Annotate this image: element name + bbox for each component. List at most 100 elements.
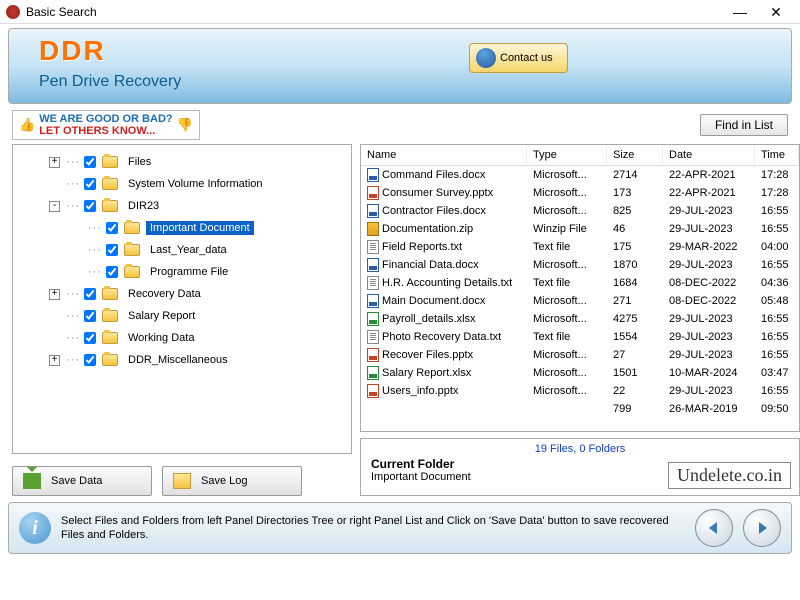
- pptx-file-icon: [367, 186, 379, 200]
- status-panel: 19 Files, 0 Folders Current Folder Impor…: [360, 438, 800, 496]
- tree-node[interactable]: +···Important Document: [17, 217, 347, 239]
- tree-label[interactable]: System Volume Information: [124, 177, 267, 191]
- folder-icon: [102, 200, 118, 212]
- tree-label[interactable]: Programme File: [146, 265, 232, 279]
- tree-checkbox[interactable]: [84, 288, 96, 300]
- file-row[interactable]: Consumer Survey.pptxMicrosoft...17322-AP…: [361, 184, 799, 202]
- app-icon: [6, 5, 20, 19]
- promo-line2: LET OTHERS KNOW...: [39, 125, 155, 137]
- window-title: Basic Search: [26, 5, 722, 19]
- txt-file-icon: [367, 276, 379, 290]
- thumb-down-icon: 👎: [177, 117, 193, 133]
- tree-node[interactable]: +···System Volume Information: [17, 173, 347, 195]
- footer-text: Select Files and Folders from left Panel…: [61, 514, 685, 543]
- folder-icon: [102, 354, 118, 366]
- file-list[interactable]: Name Type Size Date Time Command Files.d…: [360, 144, 800, 432]
- save-log-label: Save Log: [201, 475, 247, 487]
- tree-checkbox[interactable]: [84, 332, 96, 344]
- tree-expander[interactable]: -: [49, 201, 60, 212]
- docx-file-icon: [367, 168, 379, 182]
- col-date[interactable]: Date: [663, 145, 755, 165]
- file-row[interactable]: Recover Files.pptxMicrosoft...2729-JUL-2…: [361, 346, 799, 364]
- save-data-icon: [23, 473, 41, 489]
- tree-expander[interactable]: +: [49, 157, 60, 168]
- file-row[interactable]: Salary Report.xlsxMicrosoft...150110-MAR…: [361, 364, 799, 382]
- tree-node[interactable]: +···Working Data: [17, 327, 347, 349]
- file-row[interactable]: Contractor Files.docxMicrosoft...82529-J…: [361, 202, 799, 220]
- tree-node[interactable]: +···Programme File: [17, 261, 347, 283]
- tree-checkbox[interactable]: [84, 310, 96, 322]
- tree-checkbox[interactable]: [84, 156, 96, 168]
- folder-icon: [124, 244, 140, 256]
- txt-file-icon: [367, 330, 379, 344]
- zip-file-icon: [367, 222, 379, 236]
- pptx-file-icon: [367, 348, 379, 362]
- tree-label[interactable]: Files: [124, 155, 155, 169]
- col-type[interactable]: Type: [527, 145, 607, 165]
- tree-label[interactable]: DDR_Miscellaneous: [124, 353, 232, 367]
- watermark: Undelete.co.in: [668, 462, 791, 489]
- toolbar: 👍 WE ARE GOOD OR BAD? LET OTHERS KNOW...…: [0, 104, 800, 144]
- folder-icon: [124, 266, 140, 278]
- tree-node[interactable]: -···DIR23: [17, 195, 347, 217]
- file-row[interactable]: 79926-MAR-201909:50: [361, 400, 799, 418]
- file-row[interactable]: Users_info.pptxMicrosoft...2229-JUL-2023…: [361, 382, 799, 400]
- directory-tree[interactable]: +···Files+···System Volume Information-·…: [12, 144, 352, 454]
- promo-line1: WE ARE GOOD OR BAD?: [39, 113, 172, 125]
- footer: i Select Files and Folders from left Pan…: [8, 502, 792, 554]
- contact-avatar-icon: [476, 48, 496, 68]
- promo-banner[interactable]: 👍 WE ARE GOOD OR BAD? LET OTHERS KNOW...…: [12, 110, 200, 140]
- tree-label[interactable]: Last_Year_data: [146, 243, 231, 257]
- txt-file-icon: [367, 240, 379, 254]
- titlebar: Basic Search — ✕: [0, 0, 800, 24]
- tree-checkbox[interactable]: [106, 266, 118, 278]
- find-in-list-button[interactable]: Find in List: [700, 114, 788, 136]
- col-size[interactable]: Size: [607, 145, 663, 165]
- tree-node[interactable]: +···Recovery Data: [17, 283, 347, 305]
- arrow-right-icon: [752, 518, 772, 538]
- save-data-button[interactable]: Save Data: [12, 466, 152, 496]
- tree-expander[interactable]: +: [49, 289, 60, 300]
- file-row[interactable]: Command Files.docxMicrosoft...271422-APR…: [361, 166, 799, 184]
- save-log-icon: [173, 473, 191, 489]
- file-row[interactable]: Photo Recovery Data.txtText file155429-J…: [361, 328, 799, 346]
- contact-us-button[interactable]: Contact us: [469, 43, 568, 73]
- minimize-button[interactable]: —: [722, 2, 758, 22]
- file-row[interactable]: H.R. Accounting Details.txtText file1684…: [361, 274, 799, 292]
- logo: DDR: [39, 35, 106, 67]
- file-row[interactable]: Main Document.docxMicrosoft...27108-DEC-…: [361, 292, 799, 310]
- tree-checkbox[interactable]: [106, 244, 118, 256]
- folder-icon: [124, 222, 140, 234]
- tree-label[interactable]: Salary Report: [124, 309, 199, 323]
- col-time[interactable]: Time: [755, 145, 799, 165]
- file-row[interactable]: Financial Data.docxMicrosoft...187029-JU…: [361, 256, 799, 274]
- tree-checkbox[interactable]: [84, 200, 96, 212]
- tree-node[interactable]: +···Files: [17, 151, 347, 173]
- tree-label[interactable]: Working Data: [124, 331, 198, 345]
- tree-expander[interactable]: +: [49, 355, 60, 366]
- col-name[interactable]: Name: [361, 145, 527, 165]
- docx-file-icon: [367, 204, 379, 218]
- tree-node[interactable]: +···Last_Year_data: [17, 239, 347, 261]
- tree-label[interactable]: Important Document: [146, 221, 254, 235]
- nav-back-button[interactable]: [695, 509, 733, 547]
- thumb-up-icon: 👍: [19, 117, 35, 133]
- docx-file-icon: [367, 294, 379, 308]
- folder-icon: [102, 288, 118, 300]
- tree-node[interactable]: +···DDR_Miscellaneous: [17, 349, 347, 371]
- tree-node[interactable]: +···Salary Report: [17, 305, 347, 327]
- tree-checkbox[interactable]: [84, 354, 96, 366]
- folder-icon: [102, 178, 118, 190]
- tree-checkbox[interactable]: [84, 178, 96, 190]
- tree-checkbox[interactable]: [106, 222, 118, 234]
- nav-forward-button[interactable]: [743, 509, 781, 547]
- tree-label[interactable]: Recovery Data: [124, 287, 205, 301]
- file-row[interactable]: Documentation.zipWinzip File4629-JUL-202…: [361, 220, 799, 238]
- save-log-button[interactable]: Save Log: [162, 466, 302, 496]
- info-icon: i: [19, 512, 51, 544]
- file-row[interactable]: Payroll_details.xlsxMicrosoft...427529-J…: [361, 310, 799, 328]
- tree-label[interactable]: DIR23: [124, 199, 163, 213]
- file-row[interactable]: Field Reports.txtText file17529-MAR-2022…: [361, 238, 799, 256]
- close-button[interactable]: ✕: [758, 2, 794, 22]
- xlsx-file-icon: [367, 312, 379, 326]
